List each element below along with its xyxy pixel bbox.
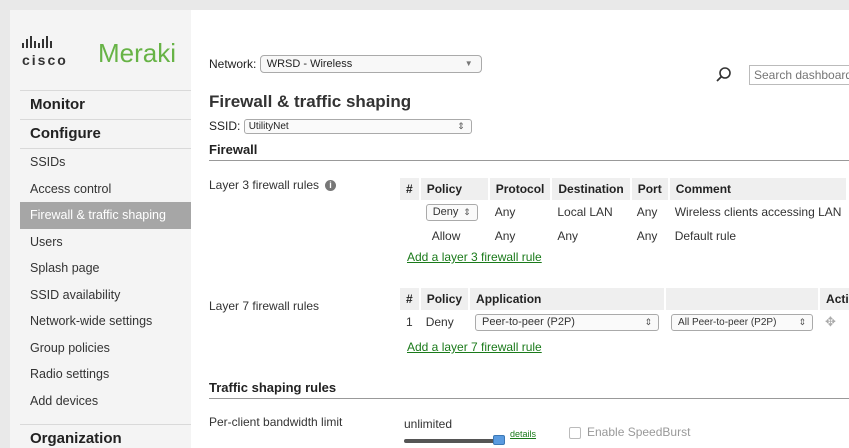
sidebar-item-ssids[interactable]: SSIDs xyxy=(20,149,191,176)
details-link[interactable]: details xyxy=(510,429,536,439)
nav-section-organization[interactable]: Organization xyxy=(20,424,191,448)
application-category-select[interactable]: All Peer-to-peer (P2P) ⇕ xyxy=(671,313,814,331)
sidebar-item-access-control[interactable]: Access control xyxy=(20,176,191,203)
table-row: Deny ⇕ Any Local LAN Any Wireless client… xyxy=(400,200,847,224)
application-select-value: Peer-to-peer (P2P) xyxy=(482,315,575,328)
network-label: Network: xyxy=(209,57,257,71)
sidebar-item-firewall-traffic-shaping[interactable]: Firewall & traffic shaping xyxy=(20,202,191,229)
layer7-rules-table: # Policy Application Actions 1 Deny Peer… xyxy=(400,288,849,334)
protocol-cell: Any xyxy=(494,229,516,243)
speedburst-checkbox[interactable] xyxy=(569,427,581,439)
network-selector-row: Network: WRSD - Wireless ▼ xyxy=(209,55,482,73)
column-header: Policy xyxy=(419,288,471,310)
bandwidth-limit-label: Per-client bandwidth limit xyxy=(209,415,343,429)
chevron-down-icon: ▼ xyxy=(464,59,473,68)
sidebar-item-splash-page[interactable]: Splash page xyxy=(20,255,191,282)
port-cell: Any xyxy=(636,229,658,243)
app-window: cisco Meraki Monitor Configure SSIDs Acc… xyxy=(10,10,849,448)
rule-number xyxy=(400,200,420,224)
comment-cell[interactable]: Wireless clients accessing LAN xyxy=(669,200,848,224)
policy-cell[interactable]: Deny xyxy=(420,310,469,334)
sidebar-item-users[interactable]: Users xyxy=(20,229,191,256)
sidebar-item-ssid-availability[interactable]: SSID availability xyxy=(20,282,191,309)
page-title: Firewall & traffic shaping xyxy=(209,92,412,111)
layer3-label: Layer 3 firewall rules xyxy=(209,178,320,192)
cisco-wordmark: cisco xyxy=(22,52,68,68)
destination-cell: Any xyxy=(557,229,579,243)
comment-cell: Default rule xyxy=(674,229,737,243)
main-content: Network: WRSD - Wireless ▼ Firewall & tr… xyxy=(209,10,849,448)
ssid-select-value: UtilityNet xyxy=(248,121,289,133)
cisco-bars-icon xyxy=(22,36,52,48)
protocol-cell[interactable]: Any xyxy=(489,200,552,224)
table-row: Allow Any Any Any Default rule xyxy=(400,224,847,248)
policy-cell: Allow xyxy=(431,229,461,243)
sidebar-item-radio-settings[interactable]: Radio settings xyxy=(20,361,191,388)
add-layer3-rule-link[interactable]: Add a layer 3 firewall rule xyxy=(407,250,542,264)
sidebar-nav: Monitor Configure SSIDs Access control F… xyxy=(20,90,191,448)
table-row: 1 Deny Peer-to-peer (P2P) ⇕ All Peer-to-… xyxy=(400,310,849,334)
meraki-logo[interactable]: cisco Meraki xyxy=(22,36,192,76)
meraki-wordmark: Meraki xyxy=(98,38,177,68)
sidebar-item-add-devices[interactable]: Add devices xyxy=(20,388,191,415)
network-select[interactable]: WRSD - Wireless ▼ xyxy=(259,55,482,73)
info-icon[interactable]: i xyxy=(325,180,337,191)
column-header: Actions xyxy=(819,288,849,310)
policy-select[interactable]: Deny ⇕ xyxy=(425,203,478,221)
column-header: # xyxy=(400,288,421,310)
traffic-shaping-heading: Traffic shaping rules xyxy=(209,380,849,399)
application-category-value: All Peer-to-peer (P2P) xyxy=(678,316,777,328)
bandwidth-limit-value: unlimited xyxy=(404,417,453,431)
column-header: Protocol xyxy=(488,178,553,200)
layer3-rules-table: # Policy Protocol Destination Port Comme… xyxy=(400,178,849,248)
chevron-updown-icon: ⇕ xyxy=(798,316,807,327)
search-input[interactable] xyxy=(749,65,849,85)
column-header xyxy=(665,288,821,310)
sidebar-item-network-wide-settings[interactable]: Network-wide settings xyxy=(20,308,191,335)
port-cell[interactable]: Any xyxy=(631,200,669,224)
search-icon[interactable] xyxy=(715,66,733,84)
column-header: Comment xyxy=(668,178,849,200)
sidebar: cisco Meraki Monitor Configure SSIDs Acc… xyxy=(10,10,191,448)
ssid-label: SSID: xyxy=(209,119,241,133)
layer3-label-row: Layer 3 firewall rules i xyxy=(209,178,337,192)
policy-select-value: Deny xyxy=(432,205,459,218)
chevron-updown-icon: ⇕ xyxy=(463,206,471,217)
sidebar-item-group-policies[interactable]: Group policies xyxy=(20,335,191,362)
nav-section-monitor[interactable]: Monitor xyxy=(20,90,191,120)
column-header: Port xyxy=(630,178,670,200)
column-header: Policy xyxy=(419,178,490,200)
add-layer7-rule-link[interactable]: Add a layer 7 firewall rule xyxy=(407,340,542,354)
destination-cell[interactable]: Local LAN xyxy=(551,200,630,224)
column-header: Destination xyxy=(551,178,632,200)
bandwidth-slider-track[interactable] xyxy=(404,439,499,443)
chevron-updown-icon: ⇕ xyxy=(457,121,465,132)
column-header: Application xyxy=(469,288,667,310)
ssid-selector-row: SSID: UtilityNet ⇕ xyxy=(209,119,472,135)
chevron-updown-icon: ⇕ xyxy=(644,316,653,327)
application-select[interactable]: Peer-to-peer (P2P) ⇕ xyxy=(475,313,660,331)
nav-section-configure[interactable]: Configure xyxy=(20,120,191,149)
ssid-select[interactable]: UtilityNet ⇕ xyxy=(243,119,472,135)
bandwidth-slider-thumb[interactable] xyxy=(493,435,505,445)
rule-number xyxy=(400,224,420,248)
rule-number: 1 xyxy=(406,315,413,329)
firewall-heading: Firewall xyxy=(209,142,849,161)
column-header: # xyxy=(400,178,421,200)
layer7-label: Layer 7 firewall rules xyxy=(209,299,320,313)
speedburst-label: Enable SpeedBurst xyxy=(587,425,691,439)
move-icon[interactable]: ✥ xyxy=(825,314,836,329)
network-select-value: WRSD - Wireless xyxy=(266,58,353,70)
